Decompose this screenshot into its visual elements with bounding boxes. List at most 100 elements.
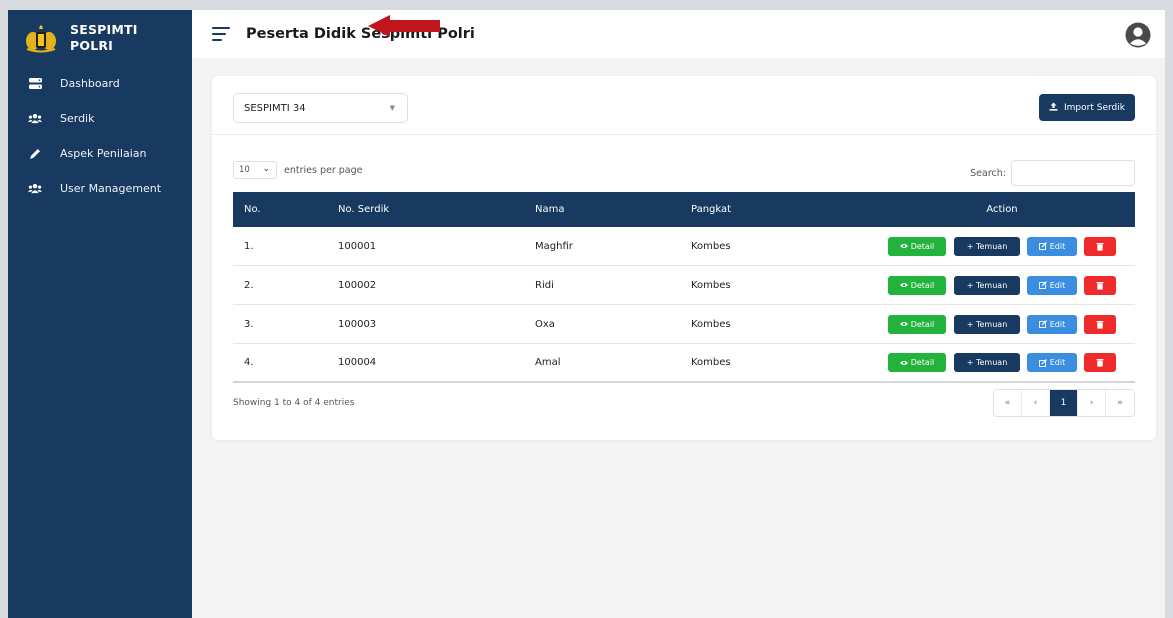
sidebar-item-serdik[interactable]: Serdik	[8, 101, 192, 136]
column-header: Pangkat	[691, 204, 732, 215]
edit-icon	[1038, 320, 1047, 328]
cell-nama: Maghfir	[535, 240, 573, 252]
trash-icon	[1096, 358, 1104, 367]
entries-per-page-select[interactable]: 10 ⌄	[233, 161, 277, 179]
import-serdik-button[interactable]: Import Serdik	[1039, 94, 1135, 121]
column-header: Nama	[535, 204, 565, 215]
delete-button[interactable]	[1084, 353, 1116, 372]
page-title: Peserta Didik Sespimti Polri	[246, 26, 475, 42]
detail-button[interactable]: Detail	[888, 236, 946, 256]
column-header: No. Serdik	[338, 204, 390, 215]
detail-label: Detail	[910, 358, 935, 367]
eye-icon	[899, 243, 908, 249]
cell-nama: Ridi	[535, 279, 554, 291]
angkatan-select-value: SESPIMTI 34	[244, 102, 306, 114]
cell-nama: Oxa	[535, 318, 555, 330]
cell-no-serdik: 100004	[338, 357, 377, 368]
import-serdik-label: Import Serdik	[1064, 102, 1125, 113]
annotation-arrow-icon	[368, 15, 440, 37]
pagination-page-current[interactable]: 1	[1050, 390, 1078, 416]
upload-icon	[1049, 102, 1058, 114]
detail-button[interactable]: Detail	[888, 314, 946, 334]
edit-label: Edit	[1049, 319, 1066, 329]
add-temuan-button[interactable]: + Temuan	[954, 236, 1020, 256]
app-window: SESPIMTI POLRI Dashboard Serdik Aspek Pe…	[8, 10, 1165, 618]
eye-icon	[899, 321, 908, 327]
pagination: « ‹ 1 › »	[993, 389, 1135, 417]
trash-icon	[1096, 242, 1104, 251]
table-row: 4. 100004 Amal Kombes Detail + Temuan Edit	[233, 344, 1135, 383]
sidebar-item-label: Aspek Penilaian	[60, 147, 147, 160]
edit-button[interactable]: Edit	[1027, 353, 1077, 372]
detail-button[interactable]: Detail	[888, 353, 946, 372]
menu-toggle-icon[interactable]	[212, 27, 230, 41]
cell-actions: Detail + Temuan Edit	[869, 314, 1135, 334]
search-control: Search:	[970, 160, 1135, 186]
user-avatar-icon[interactable]	[1125, 22, 1151, 48]
detail-button[interactable]: Detail	[888, 275, 946, 295]
cell-no-serdik: 100001	[338, 240, 377, 252]
entries-per-page-label: entries per page	[284, 164, 363, 176]
pagination-first[interactable]: «	[994, 390, 1022, 416]
delete-button[interactable]	[1084, 314, 1116, 334]
edit-icon	[1038, 358, 1047, 367]
table-row: 2. 100002 Ridi Kombes Detail + Temuan Edit	[233, 266, 1135, 305]
table-controls: 10 ⌄ entries per page Search:	[212, 135, 1156, 192]
entries-control: 10 ⌄ entries per page	[233, 161, 362, 179]
add-temuan-button[interactable]: + Temuan	[954, 314, 1020, 334]
sidebar-item-user-management[interactable]: User Management	[8, 171, 192, 206]
cell-nama: Amal	[535, 357, 561, 368]
table-row: 3. 100003 Oxa Kombes Detail + Temuan Edit	[233, 305, 1135, 344]
eye-icon	[899, 282, 908, 288]
table-info: Showing 1 to 4 of 4 entries	[233, 398, 355, 408]
pagination-last[interactable]: »	[1106, 390, 1134, 416]
card-header: SESPIMTI 34 ▼ Import Serdik	[212, 76, 1156, 135]
search-label: Search:	[970, 167, 1006, 179]
cell-no: 2.	[244, 279, 254, 291]
cell-pangkat: Kombes	[691, 240, 731, 252]
cell-actions: Detail + Temuan Edit	[869, 236, 1135, 256]
table-body: 1. 100001 Maghfir Kombes Detail + Temuan Edit 2…	[233, 227, 1135, 383]
edit-icon	[1038, 242, 1047, 250]
chevron-down-icon: ⌄	[262, 164, 270, 174]
users-icon	[28, 113, 42, 125]
sidebar-item-dashboard[interactable]: Dashboard	[8, 66, 192, 101]
sidebar: SESPIMTI POLRI Dashboard Serdik Aspek Pe…	[8, 10, 192, 618]
add-temuan-label: + Temuan	[966, 358, 1008, 367]
table-row: 1. 100001 Maghfir Kombes Detail + Temuan Edit	[233, 227, 1135, 266]
trash-icon	[1096, 281, 1104, 290]
sidebar-nav: Dashboard Serdik Aspek Penilaian User Ma…	[8, 66, 192, 206]
chevron-down-icon: ▼	[389, 104, 395, 112]
serdik-card: SESPIMTI 34 ▼ Import Serdik 10 ⌄ entries…	[212, 76, 1156, 440]
cell-actions: Detail + Temuan Edit	[869, 275, 1135, 295]
cell-no: 1.	[244, 240, 254, 252]
brand: SESPIMTI POLRI	[8, 10, 192, 58]
pen-icon	[28, 148, 42, 160]
police-badge-logo	[26, 25, 56, 53]
sidebar-item-label: Dashboard	[60, 77, 120, 90]
delete-button[interactable]	[1084, 275, 1116, 295]
eye-icon	[899, 360, 908, 366]
sidebar-item-aspek-penilaian[interactable]: Aspek Penilaian	[8, 136, 192, 171]
edit-button[interactable]: Edit	[1027, 314, 1077, 334]
add-temuan-button[interactable]: + Temuan	[954, 353, 1020, 372]
delete-button[interactable]	[1084, 236, 1116, 256]
angkatan-select[interactable]: SESPIMTI 34 ▼	[233, 93, 408, 123]
users-icon	[28, 183, 42, 195]
search-input[interactable]	[1011, 160, 1135, 186]
add-temuan-button[interactable]: + Temuan	[954, 275, 1020, 295]
detail-label: Detail	[910, 241, 935, 251]
sidebar-item-label: User Management	[60, 182, 162, 195]
edit-button[interactable]: Edit	[1027, 236, 1077, 256]
pagination-prev[interactable]: ‹	[1022, 390, 1050, 416]
cell-no: 3.	[244, 318, 254, 330]
sidebar-item-label: Serdik	[60, 112, 95, 125]
cell-no: 4.	[244, 357, 254, 368]
column-header: No.	[244, 204, 261, 215]
pagination-next[interactable]: ›	[1078, 390, 1106, 416]
edit-button[interactable]: Edit	[1027, 275, 1077, 295]
cell-actions: Detail + Temuan Edit	[869, 353, 1135, 372]
topbar: Peserta Didik Sespimti Polri	[192, 10, 1165, 58]
trash-icon	[1096, 320, 1104, 329]
entries-per-page-value: 10	[239, 165, 250, 175]
